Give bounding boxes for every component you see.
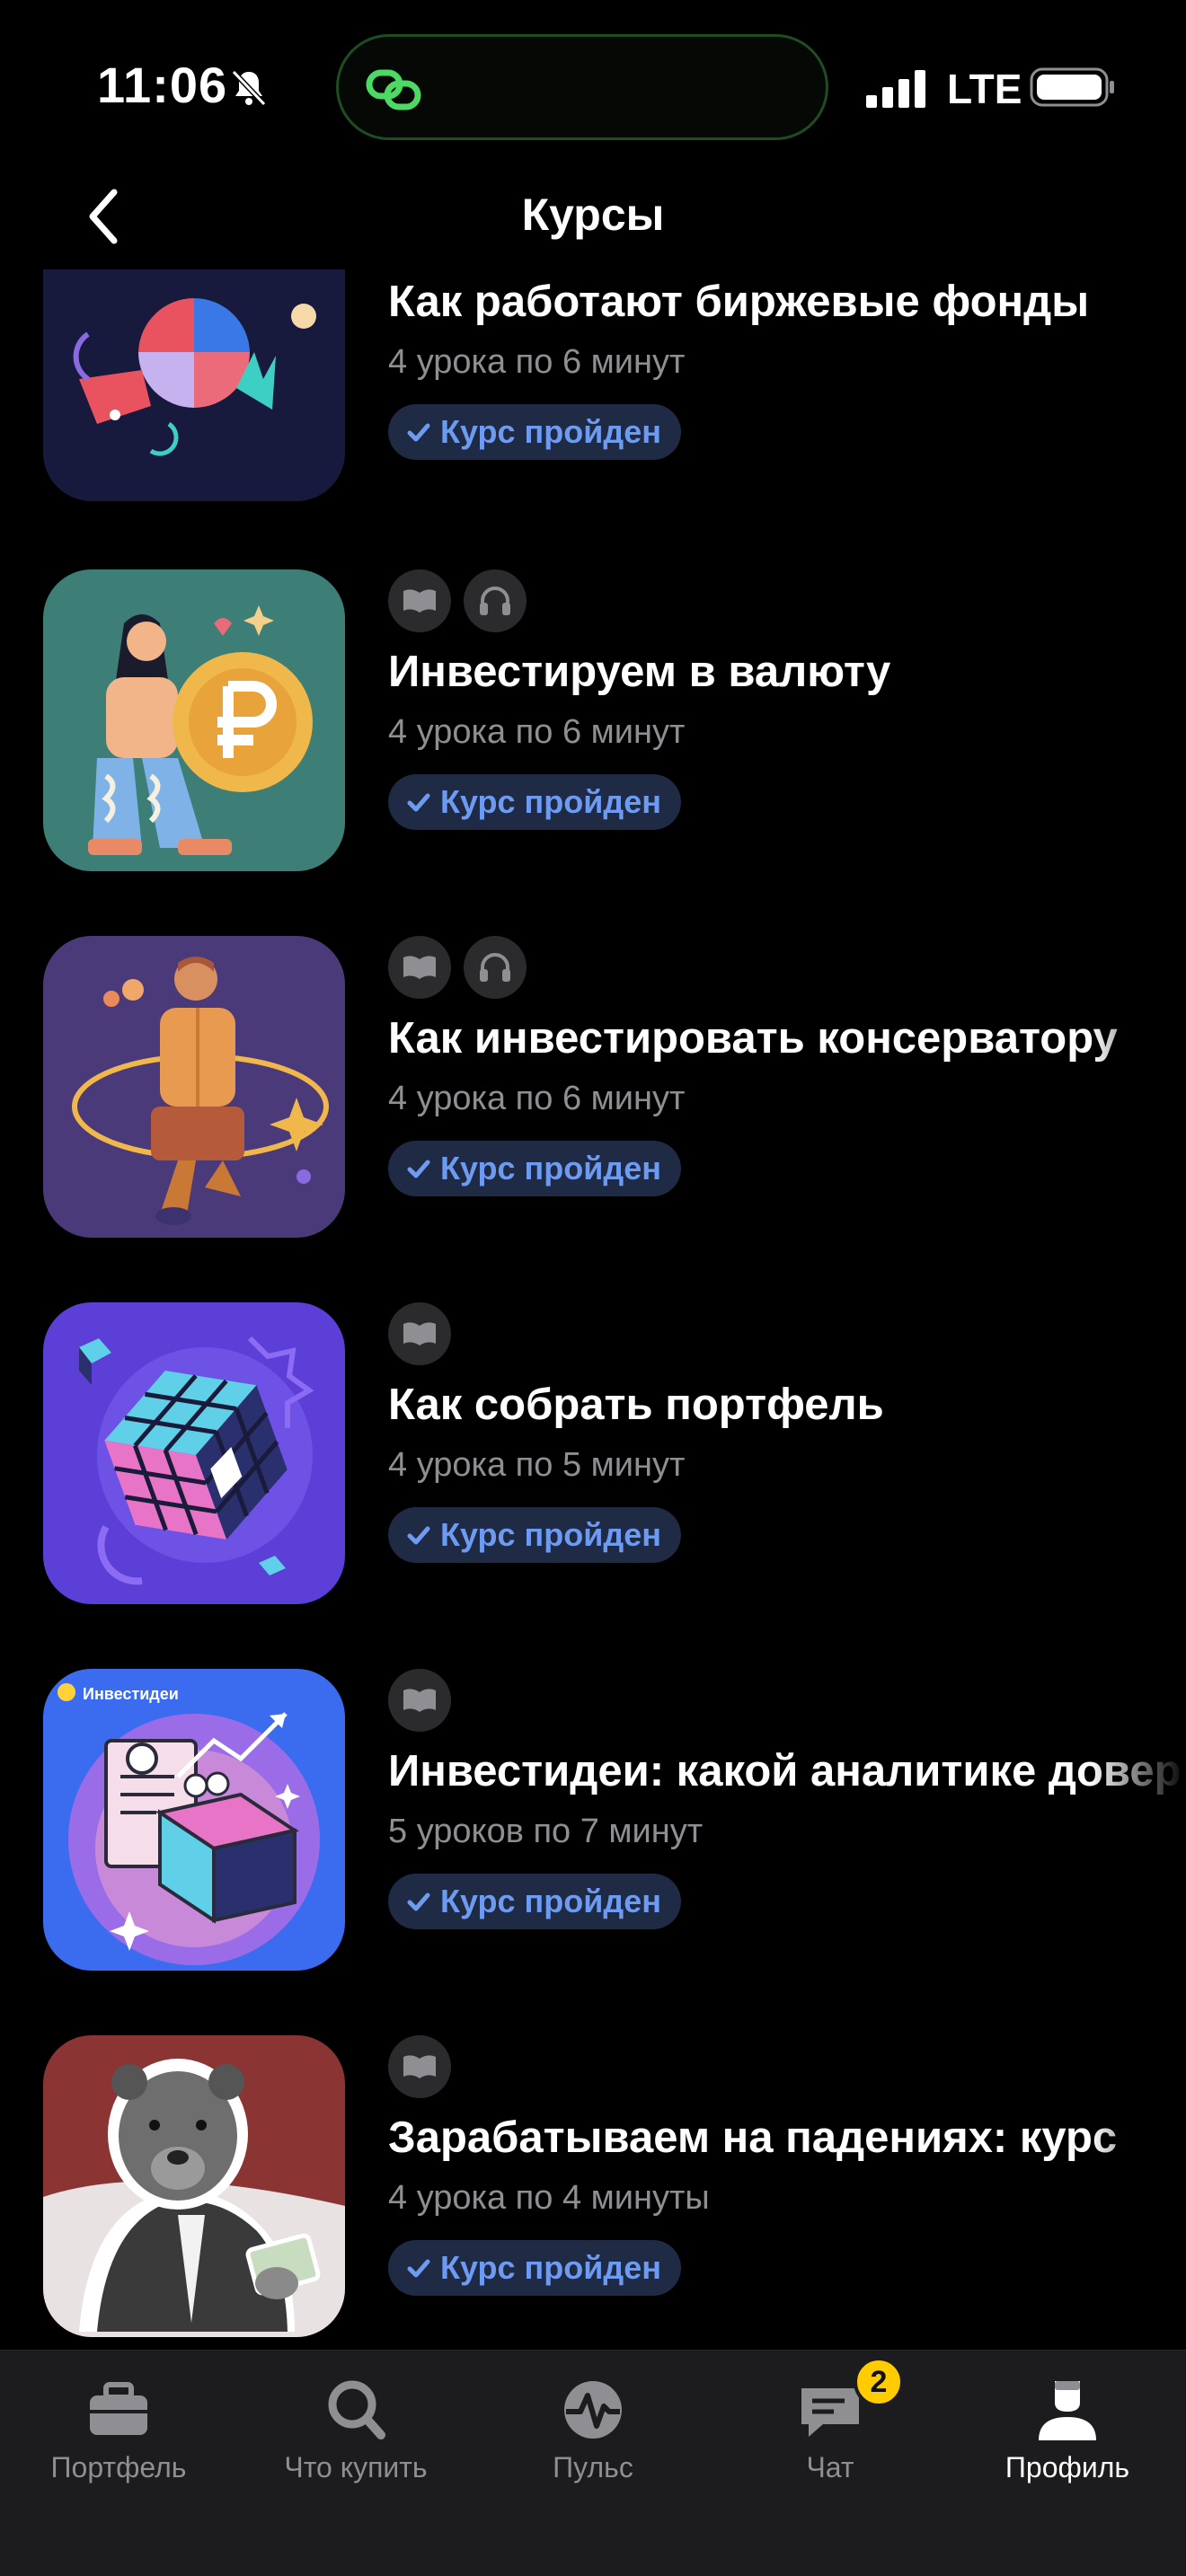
format-icons — [388, 569, 527, 632]
course-thumbnail: Инвестидеи — [43, 1669, 345, 1971]
tab-portfolio[interactable]: Портфель — [0, 2351, 237, 2512]
navigation-bar: Курсы — [0, 171, 1186, 269]
investideas-illustration: Инвестидеи — [43, 1669, 345, 1971]
course-title: Зарабатываем на падениях: курс — [388, 2113, 1118, 2162]
bell-off-icon — [231, 69, 267, 107]
course-item[interactable]: Как собрать портфель 4 урока по 5 минут … — [0, 1302, 1186, 1604]
course-meta: 4 урока по 6 минут — [388, 1080, 686, 1117]
profile-icon — [1039, 2381, 1096, 2440]
book-icon — [388, 1302, 451, 1365]
check-icon — [407, 423, 430, 442]
completed-badge: Курс пройден — [388, 774, 682, 830]
briefcase-icon — [90, 2382, 147, 2435]
course-item[interactable]: Инвестидеи Инвестидеи: какой аналитике д… — [0, 1669, 1186, 1971]
course-title: Инвестируем в валюту — [388, 648, 891, 696]
badge-label: Курс пройден — [440, 413, 662, 450]
badge-label: Курс пройден — [440, 1883, 662, 1919]
dynamic-island[interactable] — [336, 34, 828, 140]
book-icon — [388, 2035, 451, 2098]
course-list: Как работают биржевые фонды 4 урока по 6… — [0, 269, 1186, 2350]
check-icon — [407, 793, 430, 812]
course-item[interactable]: Как работают биржевые фонды 4 урока по 6… — [0, 269, 1186, 501]
course-title: Как работают биржевые фонды — [388, 278, 1090, 326]
headphones-icon — [464, 936, 527, 999]
format-icons — [388, 1302, 451, 1365]
check-icon — [407, 1526, 430, 1545]
course-meta: 4 урока по 4 минуты — [388, 2179, 710, 2217]
badge-label: Курс пройден — [440, 2249, 662, 2286]
course-item[interactable]: Инвестируем в валюту 4 урока по 6 минут … — [0, 569, 1186, 871]
tab-label: Что купить — [284, 2451, 428, 2483]
book-icon — [388, 1669, 451, 1732]
tab-label: Портфель — [50, 2451, 187, 2483]
course-thumbnail — [43, 269, 345, 501]
tab-chat[interactable]: Чат — [712, 2351, 949, 2512]
tab-what-to-buy[interactable]: Что купить — [237, 2351, 474, 2512]
badge-label: Курс пройден — [440, 783, 662, 820]
completed-badge: Курс пройден — [388, 1141, 682, 1196]
status-bar: 11:06 LTE — [0, 0, 1186, 171]
headphones-icon — [464, 569, 527, 632]
check-icon — [407, 1892, 430, 1911]
course-title: Как собрать портфель — [388, 1381, 884, 1429]
course-thumbnail — [43, 1302, 345, 1604]
page-title: Курсы — [521, 190, 665, 240]
completed-badge: Курс пройден — [388, 404, 682, 460]
completed-badge: Курс пройден — [388, 2240, 682, 2296]
book-icon — [388, 936, 451, 999]
bear-illustration — [43, 2035, 345, 2337]
chat-icon — [801, 2388, 859, 2437]
format-icons — [388, 1669, 451, 1732]
completed-badge: Курс пройден — [388, 1507, 682, 1563]
check-icon — [407, 2259, 430, 2278]
check-icon — [407, 1160, 430, 1178]
badge-label: Курс пройден — [440, 1150, 662, 1187]
course-meta: 4 урока по 5 минут — [388, 1446, 686, 1484]
course-meta: 4 урока по 6 минут — [388, 713, 686, 751]
etf-illustration — [43, 269, 345, 501]
course-title: Как инвестировать консерватору — [388, 1014, 1118, 1063]
course-meta: 4 урока по 6 минут — [388, 343, 686, 381]
currency-illustration — [43, 569, 345, 871]
tab-label: Пульс — [553, 2451, 633, 2483]
portfolio-cube-illustration — [43, 1302, 345, 1604]
course-title: Инвестидеи: какой аналитике довериться — [388, 1747, 1186, 1795]
format-icons — [388, 2035, 451, 2098]
tab-label: Профиль — [1005, 2451, 1130, 2483]
status-time: 11:06 — [97, 57, 228, 113]
completed-badge: Курс пройден — [388, 1874, 682, 1929]
course-item[interactable]: Как инвестировать консерватору 4 урока п… — [0, 936, 1186, 1238]
network-type: LTE — [947, 66, 1022, 112]
tab-pulse[interactable]: Пульс — [474, 2351, 712, 2512]
chat-unread-badge: 2 — [854, 2357, 904, 2407]
thumb-label: Инвестидеи — [83, 1685, 179, 1703]
book-icon — [388, 569, 451, 632]
badge-label: Курс пройден — [440, 1516, 662, 1553]
tab-profile[interactable]: Профиль — [949, 2351, 1186, 2512]
conservative-illustration — [43, 936, 345, 1238]
course-item[interactable]: Зарабатываем на падениях: курс 4 урока п… — [0, 2035, 1186, 2337]
course-meta: 5 уроков по 7 минут — [388, 1813, 704, 1850]
course-thumbnail — [43, 569, 345, 871]
pulse-icon — [564, 2381, 622, 2439]
signal-icon — [866, 70, 925, 108]
battery-icon — [1030, 67, 1114, 107]
courses-screen: 11:06 LTE Курсы Как работают биржевые фо… — [0, 0, 1186, 2576]
course-thumbnail — [43, 2035, 345, 2337]
course-thumbnail — [43, 936, 345, 1238]
search-icon — [328, 2380, 385, 2439]
format-icons — [388, 936, 527, 999]
tab-label: Чат — [806, 2451, 854, 2483]
link-icon — [366, 69, 421, 110]
tab-bar: Портфель Что купить Пульс Чат Профиль — [0, 2350, 1186, 2576]
